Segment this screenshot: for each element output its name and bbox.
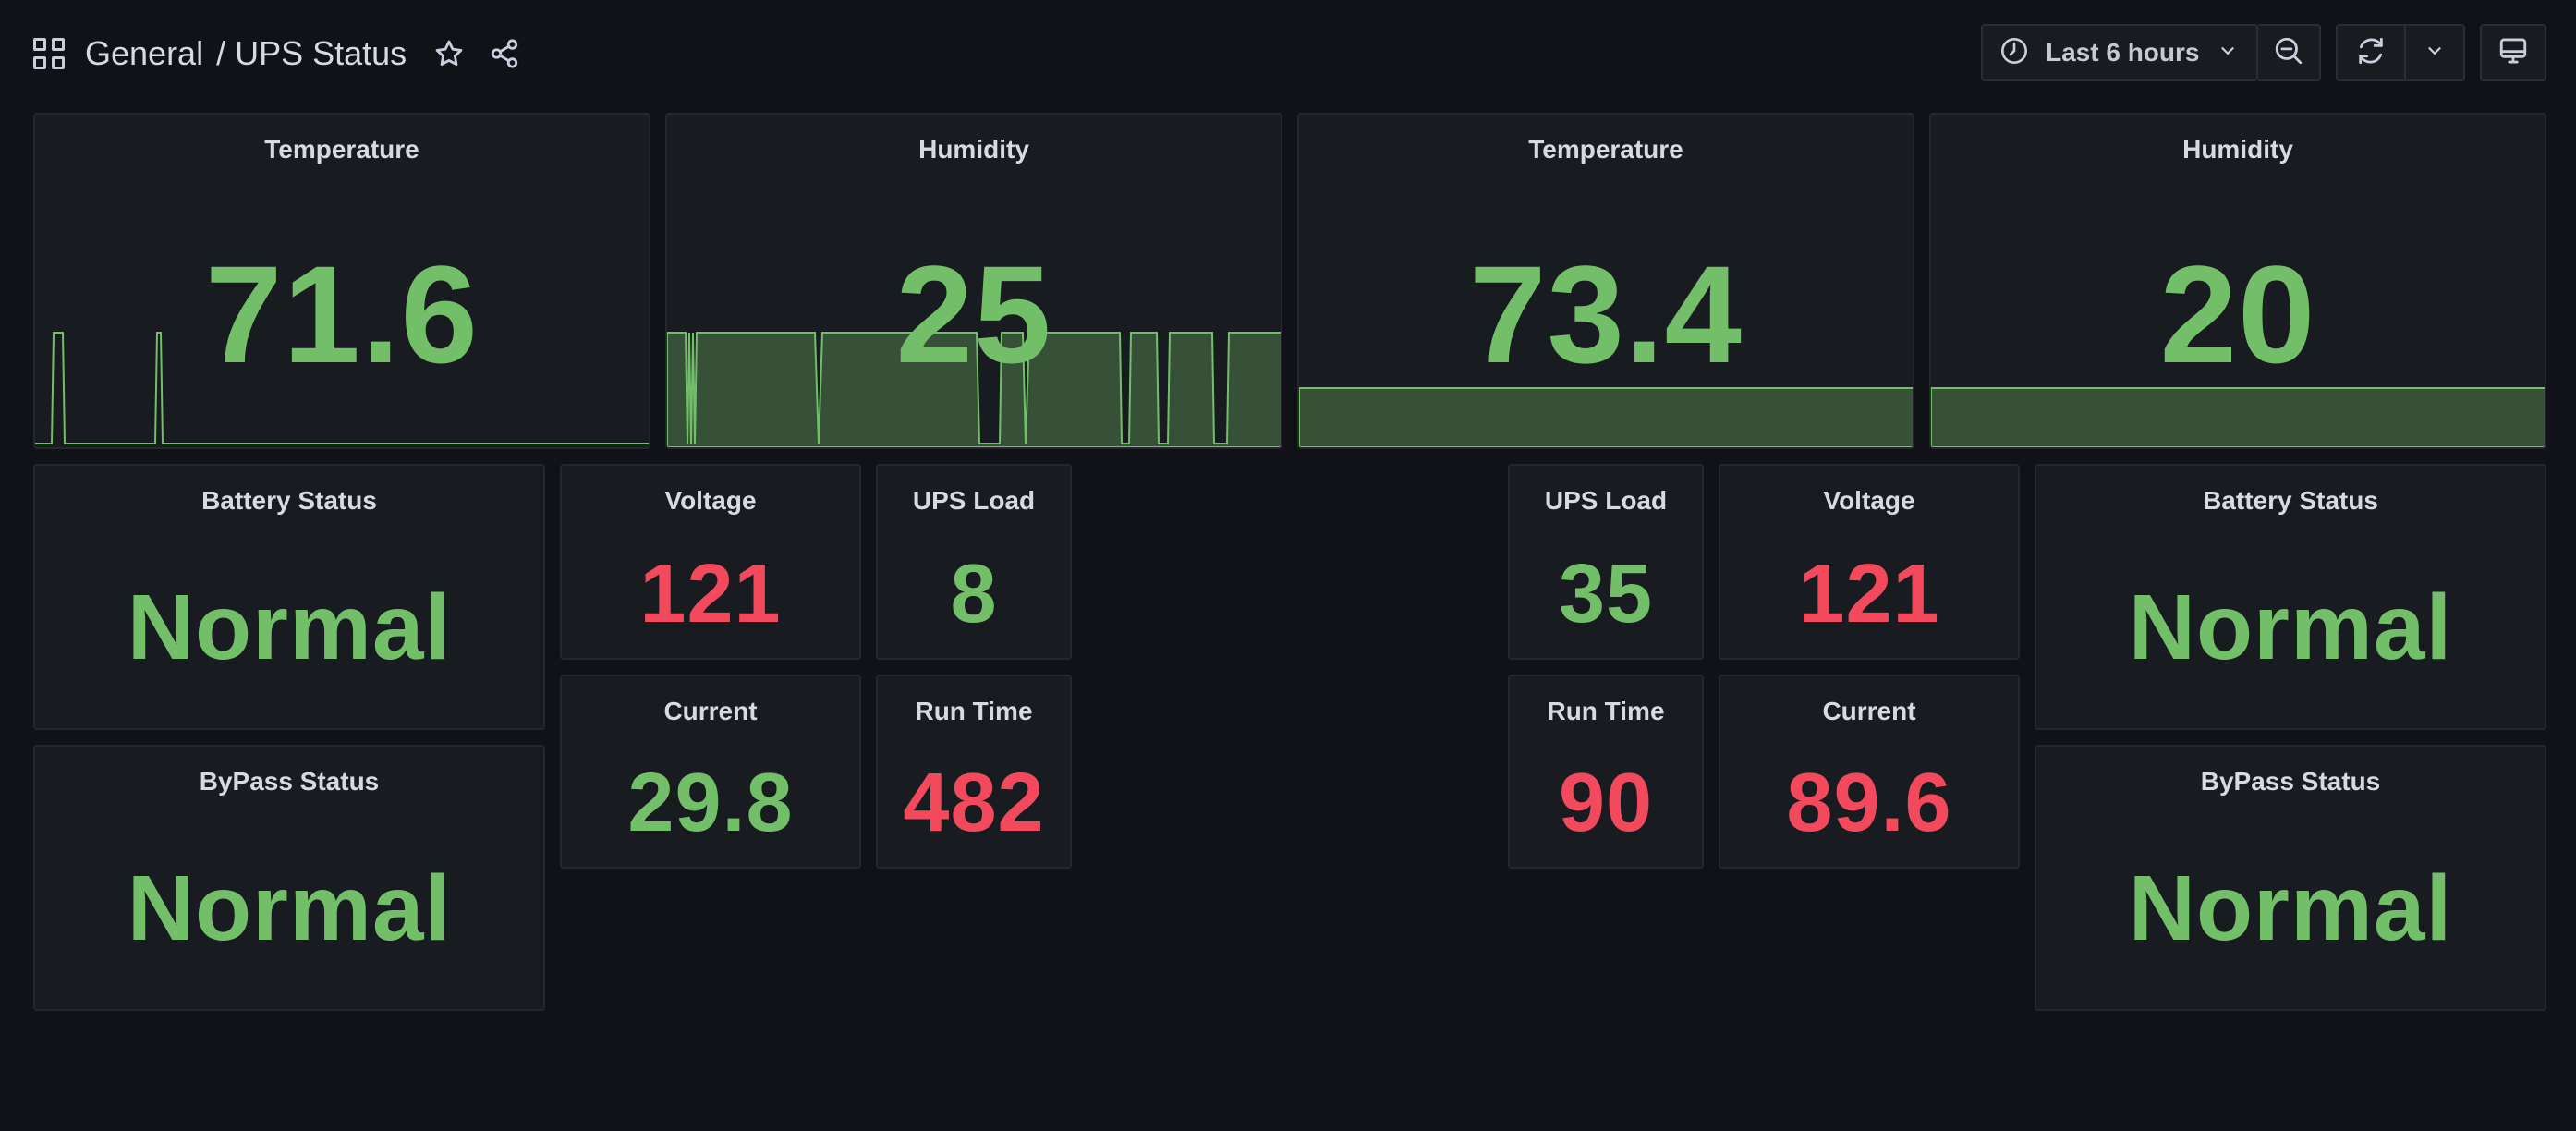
share-icon[interactable] <box>482 31 527 76</box>
current-value: 29.8 <box>627 757 794 849</box>
humidity-value: 20 <box>2159 237 2316 392</box>
ups-load-panel-left[interactable]: UPS Load 8 <box>876 464 1072 660</box>
breadcrumb-separator: / <box>216 34 226 72</box>
current-panel-left[interactable]: Current 29.8 <box>560 675 861 869</box>
chevron-down-icon <box>2424 41 2445 66</box>
humidity-value: 25 <box>895 237 1052 392</box>
time-range-label: Last 6 hours <box>2046 38 2200 67</box>
panel-title: Current <box>663 697 758 725</box>
run-time-panel-right[interactable]: Run Time 90 <box>1508 675 1704 869</box>
clock-icon <box>1999 36 2029 70</box>
dashboard-title[interactable]: UPS Status <box>235 34 407 73</box>
ups-load-value: 35 <box>1558 548 1654 640</box>
panel-title: ByPass Status <box>2200 767 2381 796</box>
refresh-icon <box>2355 35 2387 71</box>
panel-title: UPS Load <box>912 486 1036 515</box>
zoom-out-button[interactable] <box>2258 24 2321 81</box>
run-time-value: 90 <box>1558 757 1654 849</box>
current-panel-right[interactable]: Current 89.6 <box>1719 675 2020 869</box>
run-time-value: 482 <box>903 757 1045 849</box>
tv-mode-button[interactable] <box>2480 24 2546 81</box>
humidity-panel-right[interactable]: Humidity 20 <box>1929 113 2546 449</box>
battery-status-value: Normal <box>2128 576 2453 679</box>
temperature-value: 73.4 <box>1469 237 1743 392</box>
chevron-down-icon <box>2218 41 2238 66</box>
panel-title: Voltage <box>664 486 757 515</box>
temperature-value: 71.6 <box>205 237 479 392</box>
panel-title: Current <box>1822 697 1916 725</box>
tv-mode-icon <box>2497 35 2529 71</box>
battery-status-panel-right[interactable]: Battery Status Normal <box>2035 464 2546 730</box>
panel-title: Battery Status <box>201 486 377 515</box>
zoom-out-icon <box>2273 35 2304 71</box>
current-value: 89.6 <box>1786 757 1952 849</box>
dashboard-navbar: General / UPS Status Last 6 hours <box>0 0 2576 105</box>
panel-title: UPS Load <box>1544 486 1668 515</box>
humidity-panel-left[interactable]: Humidity 25 <box>665 113 1282 449</box>
voltage-value: 121 <box>639 548 782 640</box>
voltage-panel-right[interactable]: Voltage 121 <box>1719 464 2020 660</box>
panel-title: Run Time <box>1547 697 1665 725</box>
panel-title: Voltage <box>1823 486 1915 515</box>
breadcrumb-folder[interactable]: General <box>85 34 203 73</box>
bypass-status-panel-left[interactable]: ByPass Status Normal <box>33 745 545 1011</box>
voltage-value: 121 <box>1798 548 1940 640</box>
star-icon[interactable] <box>427 31 471 76</box>
temperature-panel-right[interactable]: Temperature 73.4 <box>1297 113 1914 449</box>
time-range-picker[interactable]: Last 6 hours <box>1981 24 2258 81</box>
ups-load-value: 8 <box>950 548 998 640</box>
battery-status-panel-left[interactable]: Battery Status Normal <box>33 464 545 730</box>
temperature-panel-left[interactable]: Temperature 71.6 <box>33 113 650 449</box>
run-time-panel-left[interactable]: Run Time 482 <box>876 675 1072 869</box>
bypass-status-value: Normal <box>2128 857 2453 960</box>
battery-status-value: Normal <box>127 576 452 679</box>
ups-load-panel-right[interactable]: UPS Load 35 <box>1508 464 1704 660</box>
breadcrumb: General / UPS Status <box>33 28 538 79</box>
panel-title: Run Time <box>915 697 1033 725</box>
bypass-status-value: Normal <box>127 857 452 960</box>
panel-title: Battery Status <box>2203 486 2378 515</box>
refresh-interval-dropdown[interactable] <box>2404 24 2465 81</box>
voltage-panel-left[interactable]: Voltage 121 <box>560 464 861 660</box>
panel-title: ByPass Status <box>199 767 380 796</box>
apps-grid-icon[interactable] <box>33 38 65 69</box>
bypass-status-panel-right[interactable]: ByPass Status Normal <box>2035 745 2546 1011</box>
refresh-button[interactable] <box>2336 24 2406 81</box>
